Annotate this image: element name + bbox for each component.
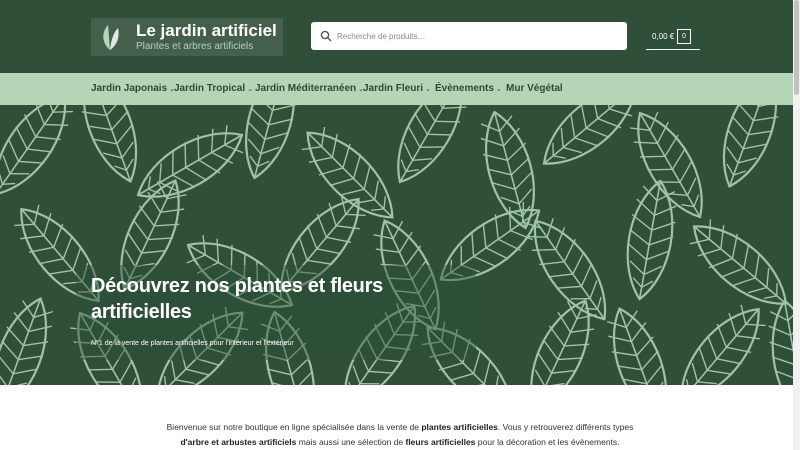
nav-item-mur-vegetal[interactable]: Mur Végétal bbox=[506, 83, 563, 94]
nav-item-label: Évènements bbox=[435, 83, 494, 94]
nav-item-jardin-mediterraneen[interactable]: Jardin Méditerranéen ⌄ bbox=[255, 83, 364, 94]
intro-paragraph: Bienvenue sur notre boutique en ligne sp… bbox=[0, 420, 800, 450]
chevron-down-icon: ⌄ bbox=[425, 86, 431, 93]
page-scrollbar[interactable] bbox=[793, 0, 800, 450]
cart-count-badge: 0 bbox=[677, 29, 691, 44]
site-title: Le jardin artificiel bbox=[136, 21, 277, 40]
scrollbar-thumb[interactable] bbox=[794, 0, 799, 95]
intro-line-2: d'arbre et arbustes artificiels mais aus… bbox=[0, 435, 800, 450]
nav-item-jardin-japonais[interactable]: Jardin Japonais ⌄ bbox=[91, 83, 175, 94]
intro-line-1: Bienvenue sur notre boutique en ligne sp… bbox=[0, 420, 800, 435]
search-bar bbox=[311, 22, 627, 50]
intro-text: pour la décoration et les évènements. bbox=[475, 437, 620, 447]
nav-item-evenements[interactable]: Évènements ⌄ bbox=[435, 83, 502, 94]
intro-highlight: plantes artificielles bbox=[421, 422, 498, 432]
site-tagline: Plantes et arbres artificiels bbox=[136, 41, 254, 52]
nav-item-label: Mur Végétal bbox=[506, 83, 563, 94]
hero-title: Découvrez nos plantes et fleurs artifici… bbox=[91, 275, 383, 323]
search-input[interactable] bbox=[337, 22, 621, 50]
search-icon[interactable] bbox=[320, 30, 332, 42]
intro-highlight: d'arbre et arbustes artificiels bbox=[180, 437, 297, 447]
intro-text: Bienvenue sur notre boutique en ligne sp… bbox=[166, 422, 422, 432]
cart-amount: 0,00 € bbox=[652, 32, 675, 41]
nav-item-label: Jardin Méditerranéen bbox=[255, 83, 357, 94]
hero-subtitle: N°1 de la vente de plantes artificielles… bbox=[91, 340, 294, 347]
nav-item-label: Jardin Japonais bbox=[91, 83, 168, 94]
site-header: Le jardin artificiel Plantes et arbres a… bbox=[0, 0, 800, 73]
leaf-icon bbox=[103, 25, 119, 50]
nav-item-jardin-fleuri[interactable]: Jardin Fleuri ⌄ bbox=[363, 83, 431, 94]
main-navigation: Jardin Japonais ⌄ Jardin Tropical ⌄ Jardin… bbox=[0, 73, 800, 105]
cart-button[interactable]: 0,00 € 0 bbox=[646, 26, 700, 50]
intro-highlight: fleurs artificielles bbox=[405, 437, 476, 447]
site-logo[interactable]: Le jardin artificiel Plantes et arbres a… bbox=[91, 18, 283, 56]
nav-item-jardin-tropical[interactable]: Jardin Tropical ⌄ bbox=[174, 83, 253, 94]
intro-text: mais aussi une sélection de bbox=[296, 437, 406, 447]
chevron-down-icon: ⌄ bbox=[247, 86, 254, 93]
intro-text: . Vous y retrouverez différents types bbox=[497, 422, 634, 432]
nav-item-label: Jardin Fleuri bbox=[363, 83, 424, 94]
nav-item-label: Jardin Tropical bbox=[174, 83, 246, 94]
chevron-down-icon: ⌄ bbox=[495, 86, 502, 93]
